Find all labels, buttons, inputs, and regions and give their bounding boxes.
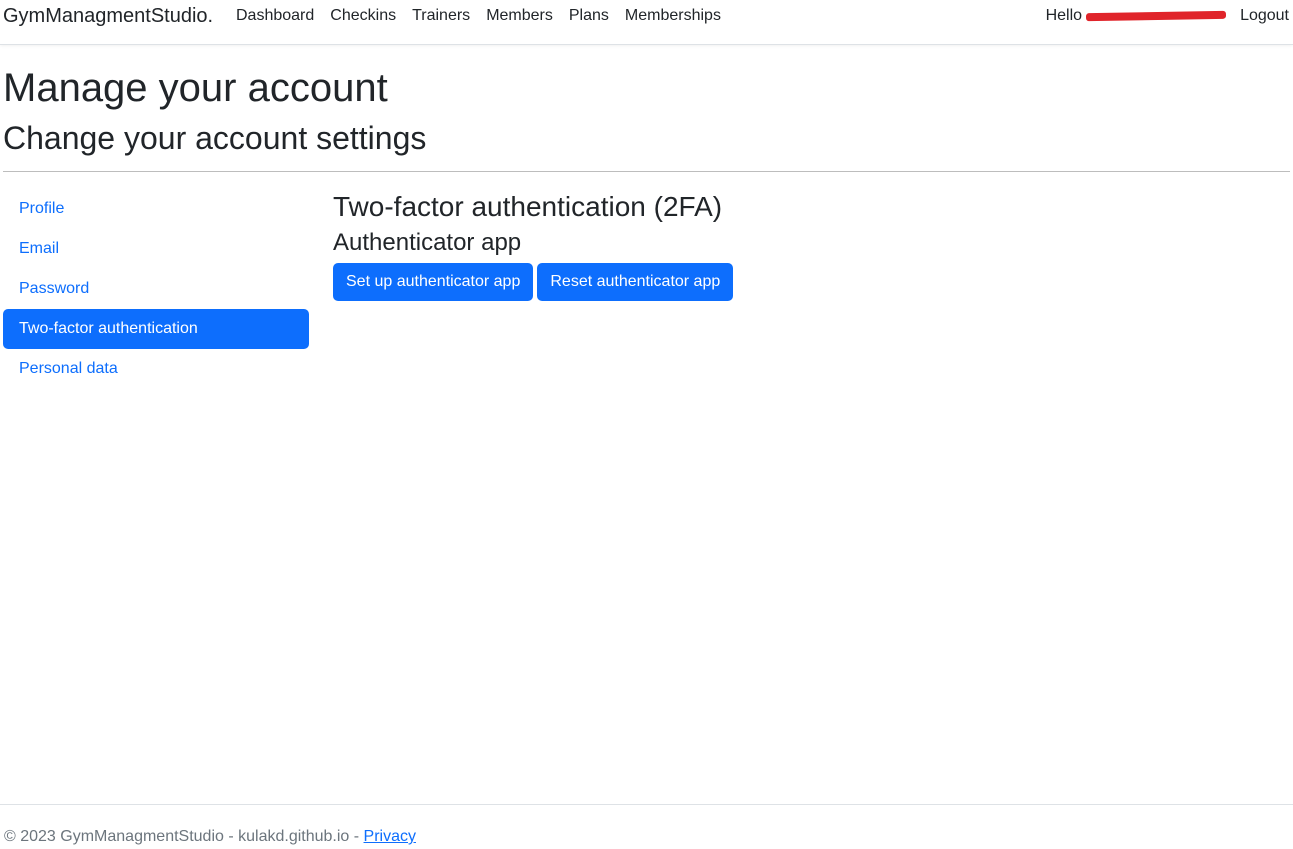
hello-label: Hello [1045,7,1083,24]
main-nav: Dashboard Checkins Trainers Members Plan… [236,7,737,25]
divider [3,171,1290,172]
nav-link-dashboard[interactable]: Dashboard [236,7,314,25]
sidebar-item-profile[interactable]: Profile [3,189,309,229]
setup-authenticator-button[interactable]: Set up authenticator app [333,263,534,302]
main-content: Two-factor authentication (2FA) Authenti… [333,190,734,302]
section-heading: Two-factor authentication (2FA) [333,191,723,222]
reset-authenticator-button[interactable]: Reset authenticator app [537,263,734,302]
nav-link-plans[interactable]: Plans [569,7,609,25]
section-subheading: Authenticator app [333,228,522,256]
nav-link-memberships[interactable]: Memberships [625,7,721,25]
nav-link-members[interactable]: Members [486,7,553,25]
nav-link-checkins[interactable]: Checkins [330,7,396,25]
privacy-link[interactable]: Privacy [364,828,416,845]
top-navbar: GymManagmentStudio. Dashboard Checkins T… [0,0,1293,45]
brand-link[interactable]: GymManagmentStudio. [3,5,213,28]
sidebar-item-personal-data[interactable]: Personal data [3,349,309,389]
page-subtitle: Change your account settings [3,120,427,156]
redacted-username [1086,10,1227,21]
user-area: Hello Logout [1046,7,1289,25]
logout-button[interactable]: Logout [1240,7,1289,25]
page-footer: © 2023 GymManagmentStudio - kulakd.githu… [0,804,1293,849]
authenticator-actions: Set up authenticator app Reset authentic… [333,263,734,302]
manage-account-link[interactable]: Hello [1045,7,1227,25]
nav-link-trainers[interactable]: Trainers [412,7,470,25]
sidebar-item-email[interactable]: Email [3,229,309,269]
sidebar-item-two-factor[interactable]: Two-factor authentication [3,309,309,349]
footer-text: © 2023 GymManagmentStudio - kulakd.githu… [4,828,416,846]
page-title: Manage your account [3,66,388,110]
account-sidebar: Profile Email Password Two-factor authen… [3,189,309,389]
copyright-text: © 2023 GymManagmentStudio - kulakd.githu… [4,828,364,845]
sidebar-item-password[interactable]: Password [3,269,309,309]
